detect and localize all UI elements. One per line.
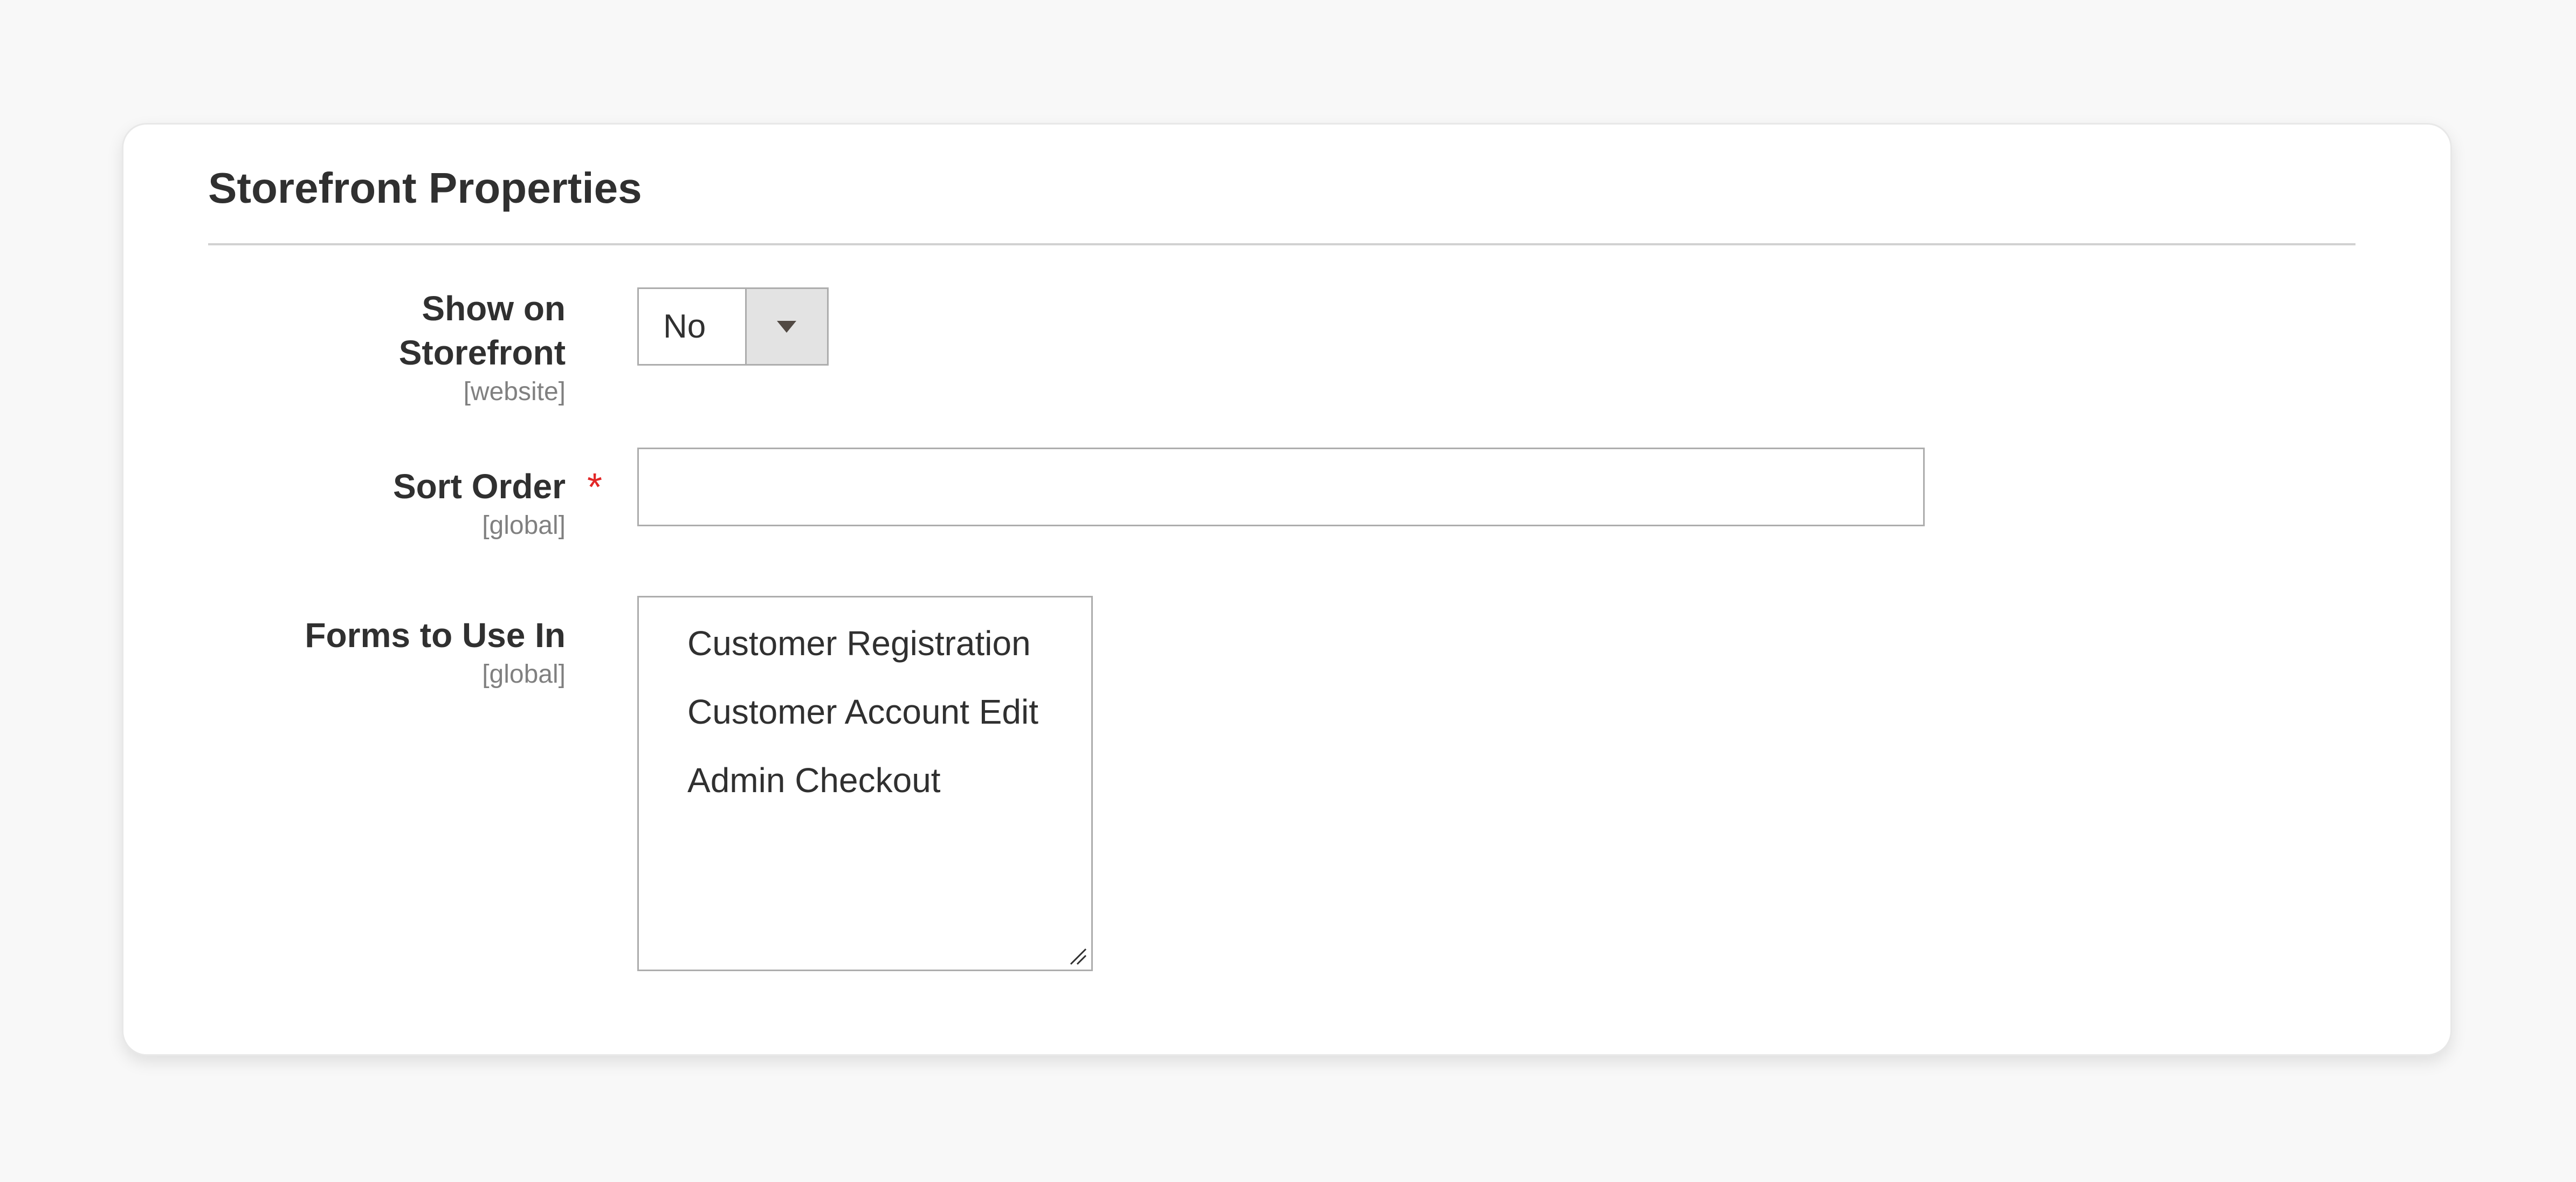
storefront-properties-card: Storefront Properties Show on Storefront… (122, 123, 2452, 1056)
sort-order-input[interactable] (637, 448, 1925, 526)
option-admin-checkout[interactable]: Admin Checkout (687, 760, 941, 800)
forms-to-use-in-multiselect[interactable]: Customer Registration Customer Account E… (637, 596, 1093, 971)
show-on-storefront-label-line1: Show on (422, 289, 566, 328)
select-toggle-button[interactable] (745, 289, 827, 364)
show-on-storefront-scope: [website] (463, 377, 566, 406)
section-title: Storefront Properties (208, 164, 642, 212)
option-customer-account-edit[interactable]: Customer Account Edit (687, 692, 1038, 732)
forms-to-use-in-scope: [global] (482, 660, 566, 689)
forms-to-use-in-label-group: Forms to Use In [global] (123, 613, 566, 694)
required-indicator: * (587, 466, 603, 509)
sort-order-label-group: Sort Order [global] (123, 464, 566, 545)
show-on-storefront-value: No (663, 308, 706, 345)
show-on-storefront-select[interactable]: No (637, 287, 829, 366)
show-on-storefront-label-group: Show on Storefront [website] (123, 286, 566, 416)
sort-order-label: Sort Order (392, 467, 566, 506)
resize-handle-icon[interactable] (1066, 945, 1088, 966)
section-divider (208, 243, 2355, 245)
forms-to-use-in-label: Forms to Use In (305, 616, 566, 655)
chevron-down-icon (777, 321, 796, 333)
sort-order-scope: [global] (482, 511, 566, 540)
show-on-storefront-label-line2: Storefront (398, 333, 566, 372)
option-customer-registration[interactable]: Customer Registration (687, 623, 1031, 663)
